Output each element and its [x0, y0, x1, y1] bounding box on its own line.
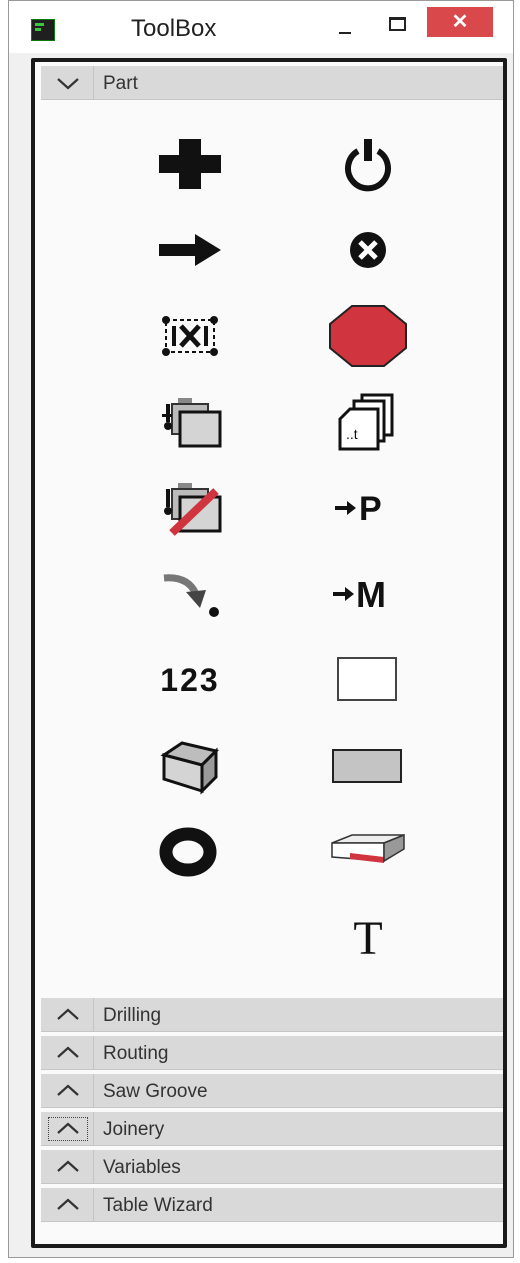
chevron-up-icon[interactable]: [49, 1194, 87, 1216]
selection-x-icon: [162, 316, 218, 356]
section-label-routing: Routing: [103, 1043, 169, 1064]
header-separator: [93, 998, 94, 1032]
section-header-variables[interactable]: Variables: [41, 1150, 503, 1184]
header-separator: [93, 1112, 94, 1146]
arrow-p-icon: →P P: [335, 490, 382, 528]
section-header-saw-groove[interactable]: Saw Groove: [41, 1074, 503, 1108]
power-tool[interactable]: [323, 127, 413, 201]
numbering-tool[interactable]: 123: [145, 643, 235, 717]
cancel-tool[interactable]: [323, 213, 413, 287]
delete-part-icon: [164, 483, 222, 536]
window-title: ToolBox: [131, 15, 217, 42]
header-separator: [93, 1188, 94, 1222]
box-part-tool[interactable]: [145, 729, 235, 803]
svg-text:P: P: [359, 490, 382, 528]
local-variables-tool[interactable]: ..t: [323, 385, 413, 459]
plus-icon: [159, 139, 221, 189]
part-tools-panel: ..t →P P: [41, 100, 503, 998]
minimize-button[interactable]: [325, 21, 365, 41]
toolbox-panel: Part ..t P M 123 T Drilling Routing Saw …: [31, 58, 507, 1248]
close-icon: ✕: [451, 11, 469, 33]
open-box-icon: [160, 741, 219, 795]
section-label-drilling: Drilling: [103, 1005, 162, 1026]
add-part-tool[interactable]: [145, 127, 235, 201]
section-header-part[interactable]: Part: [41, 66, 503, 100]
gray-rectangle-icon: [332, 749, 402, 783]
chevron-up-icon[interactable]: [49, 1042, 87, 1064]
curved-arrow-icon: [163, 574, 219, 617]
section-header-drilling[interactable]: Drilling: [41, 998, 503, 1032]
header-separator: [93, 1036, 94, 1070]
section-header-routing[interactable]: Routing: [41, 1036, 503, 1070]
chevron-up-icon[interactable]: [49, 1004, 87, 1026]
chevron-up-icon[interactable]: [49, 1080, 87, 1102]
copy-part-icon: [162, 398, 222, 448]
section-label-table-wizard: Table Wizard: [103, 1195, 213, 1216]
text-t-icon: T: [353, 911, 383, 965]
section-label-part: Part: [103, 73, 138, 94]
header-separator: [93, 1074, 94, 1108]
section-label-variables: Variables: [103, 1157, 181, 1178]
empty-rectangle-icon: [337, 657, 397, 701]
section-header-joinery[interactable]: Joinery: [41, 1112, 503, 1146]
circle-tool[interactable]: [145, 815, 235, 889]
next-tool[interactable]: [145, 213, 235, 287]
copy-part-tool[interactable]: [145, 385, 235, 459]
stop-octagon-icon: [329, 305, 407, 367]
chevron-up-icon[interactable]: [48, 1117, 88, 1141]
close-button[interactable]: ✕: [427, 7, 493, 37]
panel-tool[interactable]: [323, 729, 413, 803]
toolbox-window: ToolBox ✕ Part ..t P M 123 T Drilling Ro…: [8, 0, 514, 1258]
empty-box-tool[interactable]: [323, 643, 413, 717]
arrow-m-icon: →M M: [333, 574, 386, 615]
svg-text:M: M: [356, 574, 386, 615]
set-p-tool[interactable]: →P P: [323, 471, 413, 545]
local-pages-icon: ..t: [338, 393, 394, 451]
power-icon: [345, 139, 391, 192]
arrow-right-icon: [159, 234, 221, 266]
title-bar[interactable]: ToolBox ✕: [9, 1, 513, 53]
stop-tool[interactable]: [323, 299, 413, 373]
section-label-saw-groove: Saw Groove: [103, 1081, 208, 1102]
chevron-down-icon[interactable]: [49, 72, 87, 94]
text-tool[interactable]: T: [323, 901, 413, 975]
redirect-tool[interactable]: [145, 557, 235, 631]
section-label-joinery: Joinery: [103, 1119, 165, 1140]
header-separator: [93, 1150, 94, 1184]
ring-icon: [159, 827, 217, 877]
delete-part-tool[interactable]: [145, 471, 235, 545]
set-m-tool[interactable]: →M M: [323, 557, 413, 631]
chevron-up-icon[interactable]: [49, 1156, 87, 1178]
section-header-table-wizard[interactable]: Table Wizard: [41, 1188, 503, 1222]
header-separator: [93, 66, 94, 100]
app-icon: [31, 19, 55, 41]
edge-band-icon: [331, 833, 405, 863]
numbering-label: 123: [160, 661, 220, 698]
select-variable-tool[interactable]: [145, 299, 235, 373]
maximize-button[interactable]: [377, 11, 417, 35]
svg-text:..t: ..t: [346, 426, 358, 442]
x-circle-icon: [350, 232, 386, 268]
edge-band-tool[interactable]: [323, 815, 413, 889]
